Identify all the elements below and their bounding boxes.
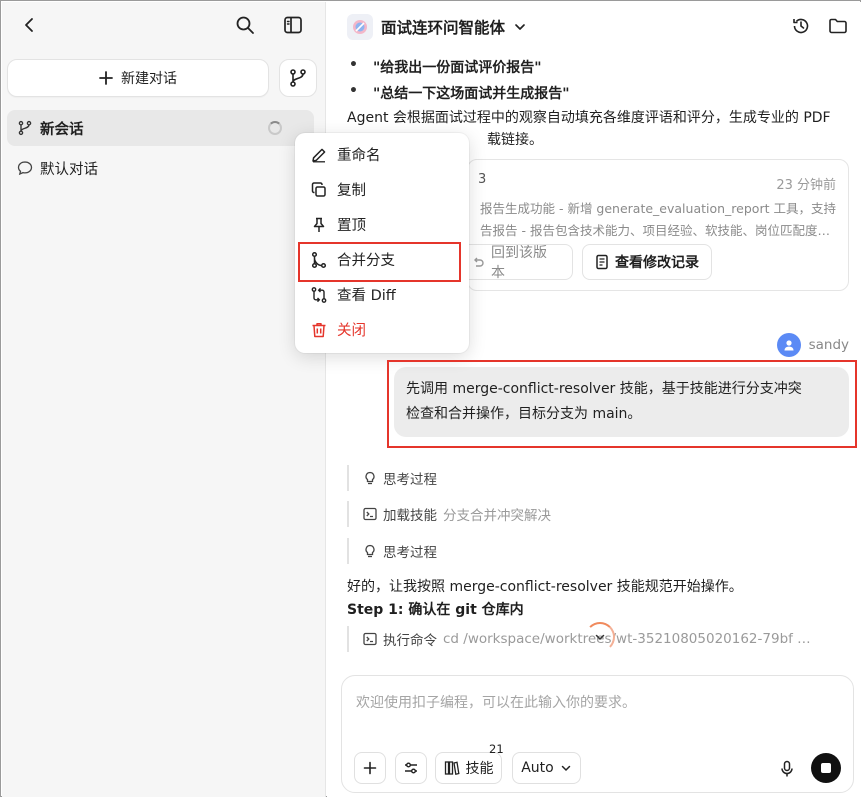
version-title: 3 <box>478 172 487 187</box>
plus-icon <box>99 71 113 85</box>
conversation-label: 默认对话 <box>40 161 98 178</box>
scroll-down-button[interactable] <box>585 622 615 652</box>
chevron-down-icon <box>513 20 527 34</box>
terminal-icon <box>363 507 377 521</box>
agent-selector[interactable]: 面试连环问智能体 <box>347 14 527 40</box>
user-name: sandy <box>808 337 849 353</box>
git-branch-icon <box>288 68 308 88</box>
agent-name: 面试连环问智能体 <box>381 19 506 37</box>
menu-item-pin[interactable]: 置顶 <box>295 207 469 242</box>
revert-label: 回到该版本 <box>491 245 547 281</box>
app-window: 新建对话 新会话 默认对话 面试连环问智能体 • "给我出一份面试评价报告" •… <box>0 0 861 797</box>
thinking-step[interactable]: 思考过程 <box>347 465 437 491</box>
skills-count-badge: 21 <box>489 742 504 756</box>
trash-icon <box>310 321 328 339</box>
mode-label: Auto <box>521 760 554 776</box>
new-chat-button[interactable]: 新建对话 <box>7 59 269 97</box>
back-icon[interactable] <box>16 11 44 39</box>
agent-logo-icon <box>347 14 373 40</box>
settings-sliders-button[interactable] <box>395 752 427 784</box>
lightbulb-icon <box>363 471 377 485</box>
revert-version-button[interactable]: 回到该版本 <box>458 244 573 281</box>
view-history-button[interactable]: 查看修改记录 <box>582 244 712 280</box>
branch-button[interactable] <box>279 59 317 97</box>
highlight-box <box>387 360 857 448</box>
chevron-down-icon <box>560 762 572 774</box>
copy-icon <box>310 181 328 199</box>
load-skill-step[interactable]: 加载技能 分支合并冲突解决 <box>347 501 551 527</box>
conversation-label: 新会话 <box>40 121 84 138</box>
mode-select[interactable]: Auto <box>512 752 581 784</box>
loading-spinner-icon <box>268 121 282 135</box>
history-icon[interactable] <box>787 12 815 40</box>
conversation-item-default[interactable]: 默认对话 <box>7 150 314 186</box>
sidebar: 新建对话 新会话 默认对话 <box>2 2 326 797</box>
stop-icon <box>821 763 831 773</box>
stop-button[interactable] <box>811 753 841 783</box>
composer-placeholder[interactable]: 欢迎使用扣子编程，可以在此输入你的要求。 <box>356 692 636 712</box>
history-label: 查看修改记录 <box>615 255 699 271</box>
menu-item-rename[interactable]: 重命名 <box>295 137 469 172</box>
version-line: 告报告 - 报告包含技术能力、项目经验、软技能、岗位匹配度… <box>480 223 830 238</box>
menu-item-view-diff[interactable]: 查看 Diff <box>295 277 469 312</box>
terminal-icon <box>363 632 377 646</box>
undo-icon <box>471 255 485 269</box>
document-icon <box>595 254 609 270</box>
version-time: 23 分钟前 <box>776 178 836 193</box>
version-line: 报告生成功能 - 新增 generate_evaluation_report 工… <box>480 201 836 216</box>
bullet-item: "总结一下这场面试并生成报告" <box>349 83 570 103</box>
git-branch-icon <box>17 120 33 136</box>
pin-icon <box>310 216 328 234</box>
microphone-icon[interactable] <box>773 755 801 783</box>
chevron-down-icon <box>594 631 606 643</box>
lightbulb-icon <box>363 544 377 558</box>
pencil-icon <box>310 146 328 164</box>
menu-item-copy[interactable]: 复制 <box>295 172 469 207</box>
diff-icon <box>310 286 328 304</box>
folder-icon[interactable] <box>824 12 852 40</box>
chat-bubble-icon <box>17 160 33 176</box>
sliders-icon <box>403 760 419 776</box>
sidebar-toggle-icon[interactable] <box>279 11 307 39</box>
agent-reply: 好的，让我按照 merge-conflict-resolver 技能规范开始操作… <box>347 579 743 595</box>
thinking-step[interactable]: 思考过程 <box>347 538 437 564</box>
version-card: 3 23 分钟前 报告生成功能 - 新增 generate_evaluation… <box>458 159 849 291</box>
highlight-box <box>298 242 461 282</box>
step-heading: Step 1: 确认在 git 仓库内 <box>347 602 524 618</box>
message-composer[interactable]: 欢迎使用扣子编程，可以在此输入你的要求。 技能 21 Auto <box>341 675 854 793</box>
bullet-item: "给我出一份面试评价报告" <box>349 57 542 77</box>
user-info: sandy <box>776 333 849 357</box>
books-icon <box>444 760 460 776</box>
menu-item-close[interactable]: 关闭 <box>295 312 469 347</box>
skills-label: 技能 <box>465 761 494 777</box>
user-avatar-icon <box>776 333 801 357</box>
skills-button[interactable]: 技能 <box>435 752 502 784</box>
new-chat-label: 新建对话 <box>121 71 177 87</box>
conversation-item-new[interactable]: 新会话 <box>7 110 314 146</box>
plus-icon <box>363 761 377 775</box>
attach-button[interactable] <box>354 752 386 784</box>
search-icon[interactable] <box>231 11 259 39</box>
